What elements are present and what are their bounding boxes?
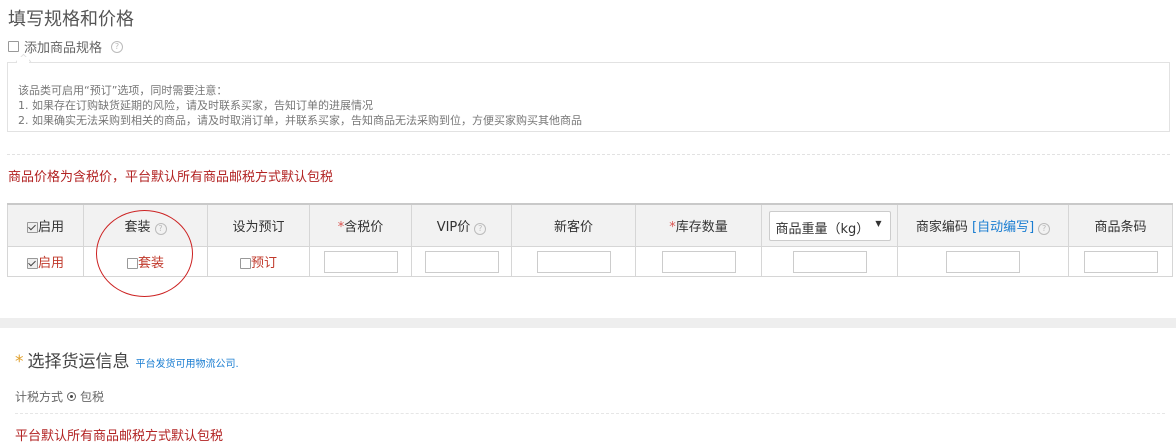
header-preorder: 设为预订 (207, 203, 310, 247)
notice-pointer-mask (17, 57, 29, 63)
header-tax-price: *含税价 (309, 203, 412, 247)
notice-line-2: 1. 如果存在订购缺货延期的风险，请及时联系买家，告知订单的进展情况 (18, 99, 373, 112)
header-stock-label: 库存数量 (675, 220, 728, 235)
row-new-price (511, 246, 636, 277)
barcode-input[interactable] (1083, 250, 1158, 273)
row-preorder[interactable]: 预订 (207, 246, 310, 277)
merchant-code-input[interactable] (946, 250, 1020, 273)
row-weight (761, 246, 898, 277)
header-enable[interactable]: 启用 (7, 203, 84, 247)
notice-line-3: 2. 如果确实无法采购到相关的商品，请及时取消订单，并联系买家，告知商品无法采购… (18, 114, 582, 127)
header-enable-label: 启用 (37, 220, 64, 235)
divider (7, 154, 1170, 155)
row-merchant-code (897, 246, 1069, 277)
header-vip-price: VIP价? (411, 203, 512, 247)
add-spec-checkbox[interactable] (8, 41, 19, 52)
header-stock: *库存数量 (635, 203, 762, 247)
section-separator (0, 318, 1176, 328)
enable-all-checkbox[interactable] (26, 222, 38, 233)
add-spec-option[interactable]: 添加商品规格 ? (8, 37, 124, 56)
logistics-link[interactable]: 平台发货可用物流公司. (136, 355, 239, 370)
row-enable-label: 启用 (37, 256, 64, 271)
chevron-down-icon: ▼ (875, 218, 882, 228)
header-new-price-label: 新客价 (553, 220, 593, 235)
weight-unit-select[interactable]: 商品重量（kg） ▼ (768, 210, 891, 241)
header-preorder-label: 设为预订 (232, 220, 285, 235)
auto-code-link[interactable]: [自动编写] (972, 220, 1034, 235)
row-tax-price (309, 246, 412, 277)
tax-note: 平台默认所有商品邮税方式默认包税 (15, 429, 224, 444)
header-new-price: 新客价 (511, 203, 636, 247)
row-preorder-label: 预订 (250, 256, 277, 271)
header-merchant-code: 商家编码 [自动编写]? (897, 203, 1069, 247)
row-barcode (1068, 246, 1173, 277)
tax-mode-label: 计税方式 (15, 390, 64, 404)
tax-included-radio[interactable] (67, 392, 77, 401)
new-price-input[interactable] (536, 250, 611, 273)
preorder-notice: 该品类可启用“预订”选项，同时需要注意： 1. 如果存在订购缺货延期的风险，请及… (7, 62, 1170, 132)
shipping-title: * 选择货运信息 平台发货可用物流公司. (15, 347, 239, 372)
header-barcode-label: 商品条码 (1094, 220, 1147, 235)
header-vip-price-label: VIP价 (436, 220, 471, 235)
row-preorder-checkbox[interactable] (239, 258, 251, 269)
required-mark: * (15, 352, 24, 372)
help-icon[interactable]: ? (111, 40, 124, 53)
add-spec-label: 添加商品规格 (24, 41, 103, 56)
header-merchant-code-label: 商家编码 (915, 220, 968, 235)
price-note: 商品价格为含税价，平台默认所有商品邮税方式默认包税 (8, 170, 334, 185)
section-title: 填写规格和价格 (8, 9, 134, 30)
shipping-title-label: 选择货运信息 (27, 352, 130, 372)
header-barcode: 商品条码 (1068, 203, 1173, 247)
merchant-code-help-icon[interactable]: ? (1038, 223, 1051, 235)
row-enable[interactable]: 启用 (7, 246, 84, 277)
divider (15, 413, 1165, 414)
vip-price-input[interactable] (424, 250, 499, 273)
tax-price-input[interactable] (323, 250, 398, 273)
weight-input[interactable] (792, 250, 867, 273)
stock-input[interactable] (661, 250, 736, 273)
vip-help-icon[interactable]: ? (474, 223, 487, 235)
row-enable-checkbox[interactable] (26, 258, 38, 269)
weight-unit-value: 商品重量（kg） (775, 221, 870, 237)
row-stock (635, 246, 762, 277)
header-weight: 商品重量（kg） ▼ (761, 203, 898, 247)
row-vip-price (411, 246, 512, 277)
header-tax-price-label: 含税价 (344, 220, 384, 235)
notice-line-1: 该品类可启用“预订”选项，同时需要注意： (18, 84, 228, 97)
highlight-circle (96, 210, 193, 297)
tax-included-label: 包税 (80, 390, 105, 404)
tax-mode: 计税方式 包税 (15, 388, 104, 405)
